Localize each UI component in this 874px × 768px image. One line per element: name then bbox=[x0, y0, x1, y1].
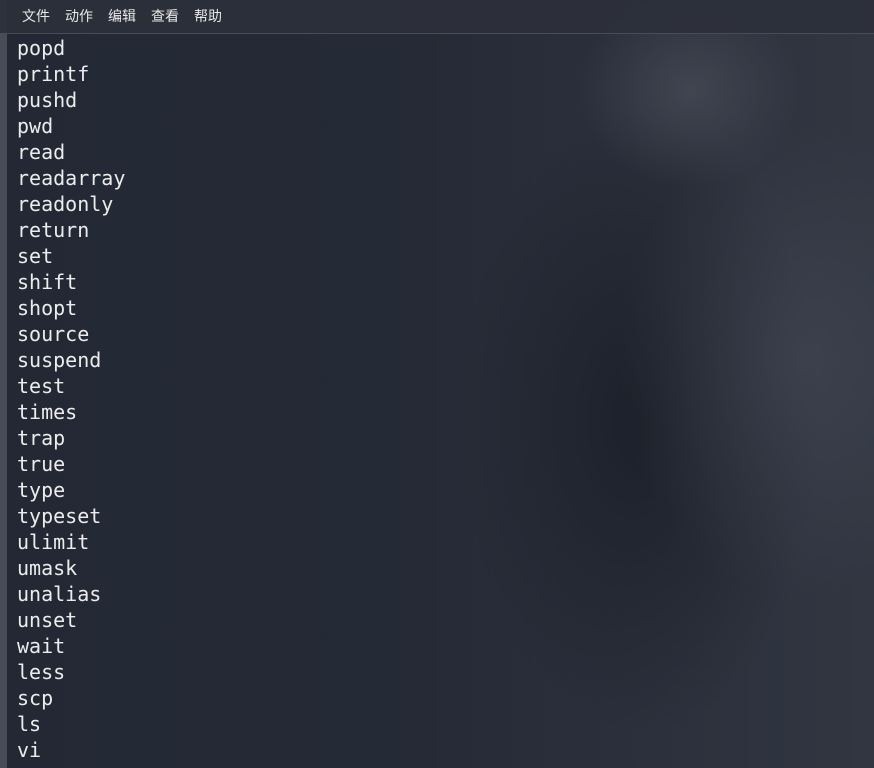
terminal-output: popd printf pushd pwd read readarray rea… bbox=[17, 35, 125, 763]
output-line: wait bbox=[17, 634, 66, 658]
terminal-window[interactable]: 文件 动作 编辑 查看 帮助 popd printf pushd pwd rea… bbox=[0, 0, 874, 768]
output-line: unset bbox=[17, 608, 78, 632]
output-line: umask bbox=[17, 556, 78, 580]
menu-action[interactable]: 动作 bbox=[65, 0, 93, 34]
output-line: times bbox=[17, 400, 78, 424]
output-line: less bbox=[17, 660, 66, 684]
output-line: unalias bbox=[17, 582, 102, 606]
menu-edit[interactable]: 编辑 bbox=[108, 0, 136, 34]
output-line: test bbox=[17, 374, 66, 398]
output-line: readarray bbox=[17, 166, 126, 190]
output-line: popd bbox=[17, 36, 66, 60]
menu-view[interactable]: 查看 bbox=[151, 0, 179, 34]
output-line: pwd bbox=[17, 114, 54, 138]
menu-help[interactable]: 帮助 bbox=[194, 0, 222, 34]
output-line: printf bbox=[17, 62, 90, 86]
output-line: pushd bbox=[17, 88, 78, 112]
window-left-edge bbox=[0, 0, 7, 768]
output-line: true bbox=[17, 452, 66, 476]
output-line: set bbox=[17, 244, 54, 268]
output-line: ulimit bbox=[17, 530, 90, 554]
output-line: readonly bbox=[17, 192, 114, 216]
menu-file[interactable]: 文件 bbox=[22, 0, 50, 34]
output-line: read bbox=[17, 140, 66, 164]
output-line: vi bbox=[17, 738, 42, 762]
menu-bar: 文件 动作 编辑 查看 帮助 bbox=[0, 0, 874, 34]
output-line: suspend bbox=[17, 348, 102, 372]
output-line: source bbox=[17, 322, 90, 346]
output-line: return bbox=[17, 218, 90, 242]
output-line: typeset bbox=[17, 504, 102, 528]
output-line: shift bbox=[17, 270, 78, 294]
output-line: ls bbox=[17, 712, 42, 736]
output-line: trap bbox=[17, 426, 66, 450]
output-line: scp bbox=[17, 686, 54, 710]
output-line: shopt bbox=[17, 296, 78, 320]
output-line: type bbox=[17, 478, 66, 502]
